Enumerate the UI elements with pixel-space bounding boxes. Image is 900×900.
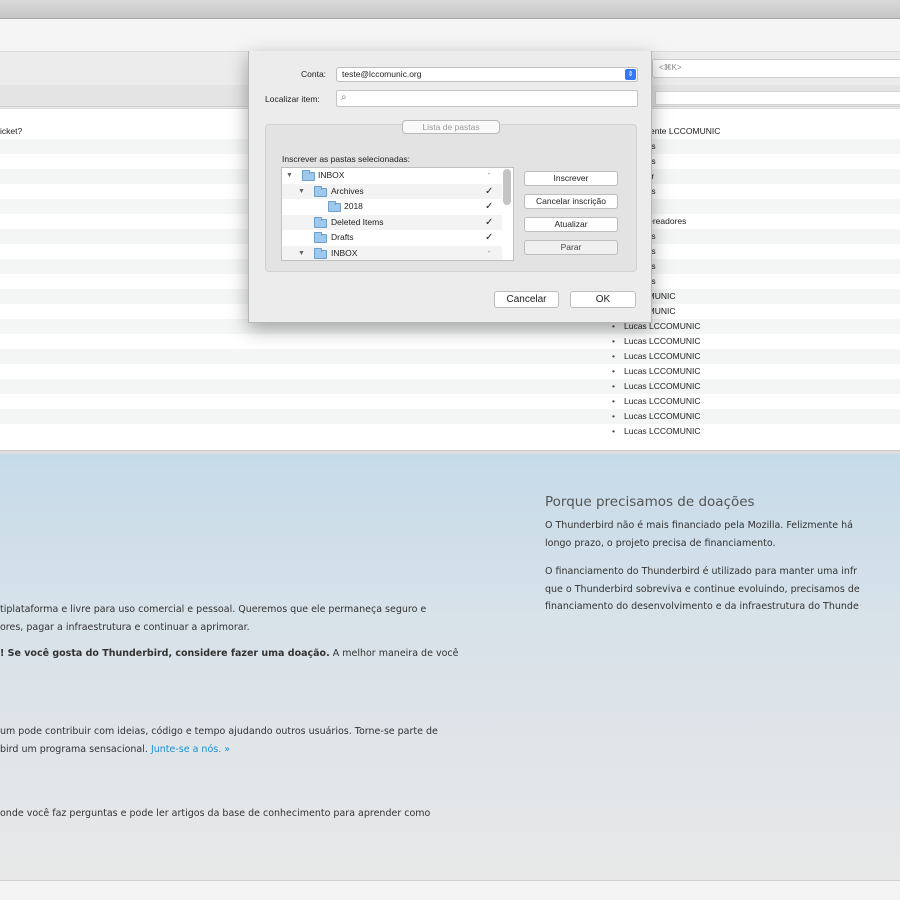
donation-page: Porque precisamos de doações O Thunderbi… [0, 454, 900, 880]
donation-bold-text: ! Se você gosta do Thunderbird, consider… [0, 648, 330, 659]
folder-name: 2018 [344, 201, 363, 211]
table-row[interactable]: • Lucas LCCOMUNIC [0, 394, 900, 409]
message-sender: Lucas LCCOMUNIC [624, 351, 701, 361]
disclosure-triangle-icon[interactable]: ▼ [286, 168, 293, 183]
disclosure-triangle-icon[interactable]: ▼ [298, 184, 305, 199]
refresh-button[interactable]: Atualizar [524, 217, 618, 232]
folder-icon [314, 232, 327, 243]
folder-row[interactable]: Deleted Items ✓ [282, 214, 502, 230]
subscribe-selected-label: Inscrever as pastas selecionadas: [282, 154, 411, 164]
folder-name: INBOX [331, 247, 358, 258]
table-row[interactable]: • Lucas LCCOMUNIC [0, 409, 900, 424]
toolbar [0, 19, 900, 52]
donation-text: tiplataforma e livre para uso comercial … [0, 604, 427, 615]
message-subject: icket? [0, 126, 23, 136]
donation-text: O Thunderbird não é mais financiado pela… [545, 520, 853, 531]
folder-list-scrollbar[interactable] [503, 169, 511, 205]
read-status-dot[interactable]: • [612, 364, 615, 379]
donation-text: que o Thunderbird sobreviva e continue e… [545, 584, 860, 595]
table-row[interactable]: • Lucas LCCOMUNIC [0, 364, 900, 379]
folder-name: Drafts [331, 232, 354, 242]
donation-text-rest: A melhor maneira de você [329, 648, 459, 659]
donation-text: ores, pagar a infraestrutura e continuar… [0, 622, 250, 633]
donation-text: onde você faz perguntas e pode ler artig… [0, 808, 431, 819]
message-sender: Lucas LCCOMUNIC [624, 336, 701, 346]
folder-name: Deleted Items [331, 216, 384, 227]
unsubscribe-button[interactable]: Cancelar inscrição [524, 194, 618, 209]
read-status-dot[interactable]: • [612, 394, 615, 409]
folder-row[interactable]: ▼ INBOX • [282, 245, 502, 261]
table-row[interactable]: • Lucas LCCOMUNIC [0, 334, 900, 349]
window-titlebar [0, 0, 900, 19]
read-status-dot[interactable]: • [612, 424, 615, 439]
read-status-dot[interactable]: • [612, 409, 615, 424]
message-sender: Lucas LCCOMUNIC [624, 396, 701, 406]
subscribe-button[interactable]: Inscrever [524, 171, 618, 186]
subscribed-check-icon[interactable]: ✓ [485, 184, 493, 199]
folder-row[interactable]: 2018 ✓ [282, 199, 502, 214]
message-sender: Lucas LCCOMUNIC [624, 411, 701, 421]
folder-list-title: Lista de pastas [402, 120, 500, 134]
folder-icon [328, 201, 341, 212]
donation-text: ! Se você gosta do Thunderbird, consider… [0, 646, 458, 662]
folder-row[interactable]: ▼ INBOX • [282, 168, 502, 183]
find-item-input[interactable]: ⌕ [336, 90, 638, 107]
table-row[interactable]: • Lucas LCCOMUNIC [0, 349, 900, 364]
folder-name: Archives [331, 185, 364, 196]
message-sender: Lucas LCCOMUNIC [624, 381, 701, 391]
table-row[interactable]: • Lucas LCCOMUNIC [0, 379, 900, 394]
donation-heading: Porque precisamos de doações [545, 494, 755, 510]
read-status-dot[interactable]: • [612, 334, 615, 349]
donation-text: financiamento do desenvolvimento e da in… [545, 601, 859, 612]
read-status-dot[interactable]: • [612, 349, 615, 364]
subscribed-check-icon[interactable]: ✓ [485, 230, 493, 245]
folder-name: INBOX [318, 170, 345, 180]
folder-icon [314, 247, 327, 259]
quick-search-input[interactable]: <⌘K> [652, 59, 900, 78]
account-value: teste@lccomunic.org [342, 69, 422, 79]
subscribe-dialog: Conta: teste@lccomunic.org ⇕ Localizar i… [248, 51, 652, 323]
quick-filter-bar[interactable] [655, 91, 900, 105]
folder-row[interactable]: Drafts ✓ [282, 230, 502, 245]
donation-text: bird um programa sensacional. Junte-se a… [0, 742, 230, 758]
disclosure-triangle-icon[interactable]: ▼ [298, 246, 305, 261]
message-sender: Lucas LCCOMUNIC [624, 366, 701, 376]
search-icon: ⌕ [341, 92, 347, 103]
unsubscribed-dot-icon[interactable]: • [488, 168, 490, 183]
chevron-updown-icon: ⇕ [625, 69, 636, 80]
subscribed-check-icon[interactable]: ✓ [485, 199, 493, 214]
status-bar [0, 880, 900, 900]
message-sender: Lucas LCCOMUNIC [624, 426, 701, 436]
donation-text: O financiamento do Thunderbird é utiliza… [545, 566, 858, 577]
find-item-label: Localizar item: [265, 94, 320, 104]
cancel-button[interactable]: Cancelar [494, 291, 559, 308]
read-status-dot[interactable]: • [612, 379, 615, 394]
table-row[interactable]: • Lucas LCCOMUNIC [0, 424, 900, 439]
folder-icon [314, 216, 327, 228]
stop-button[interactable]: Parar [524, 240, 618, 255]
donation-text: longo prazo, o projeto precisa de financ… [545, 538, 776, 549]
join-us-link[interactable]: Junte-se a nós. » [151, 744, 230, 755]
account-label: Conta: [301, 69, 327, 79]
donation-text: um pode contribuir com ideias, código e … [0, 726, 438, 737]
subscribed-check-icon[interactable]: ✓ [485, 215, 493, 230]
folder-icon [314, 185, 327, 197]
ok-button[interactable]: OK [570, 291, 636, 308]
unsubscribed-dot-icon[interactable]: • [488, 246, 490, 261]
folder-row[interactable]: ▼ Archives ✓ [282, 183, 502, 199]
donation-text-start: bird um programa sensacional. [0, 744, 151, 755]
folder-icon [302, 170, 315, 181]
account-select[interactable]: teste@lccomunic.org ⇕ [336, 67, 638, 82]
folder-tree[interactable]: ▼ INBOX • ▼ Archives ✓ 2018 ✓ Deleted Items ✓ Draf… [281, 167, 514, 261]
